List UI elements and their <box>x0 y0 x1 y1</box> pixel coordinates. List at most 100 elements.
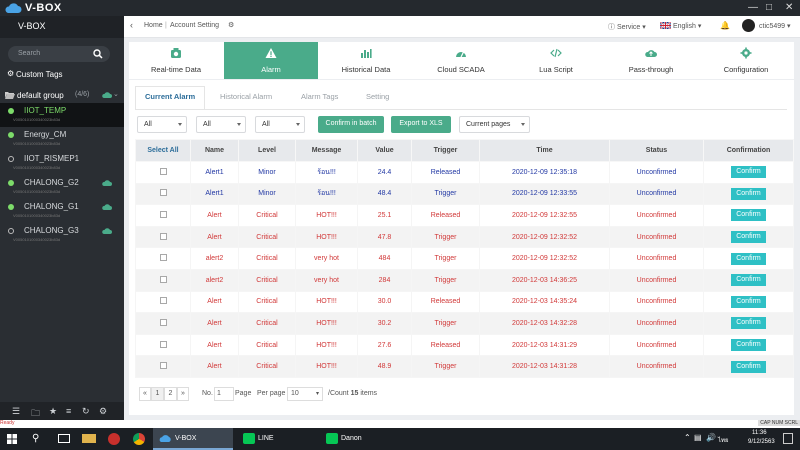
cell-level: Critical <box>238 247 296 270</box>
filter-select-3[interactable]: All <box>255 116 305 133</box>
tab-configuration[interactable]: Configuration <box>699 42 793 79</box>
row-checkbox[interactable] <box>159 340 167 348</box>
export-xls-button[interactable]: Export to XLS <box>391 116 451 133</box>
clock-date[interactable]: 9/12/2563 <box>748 439 775 445</box>
select-all-header[interactable]: Select All <box>135 139 191 162</box>
taskbar-app-danon[interactable]: Danon <box>320 428 400 450</box>
gear-icon <box>740 47 752 59</box>
row-checkbox[interactable] <box>159 210 167 218</box>
tab-lua-script[interactable]: Lua Script <box>509 42 603 79</box>
confirm-button[interactable]: Confirm <box>731 252 766 265</box>
row-checkbox[interactable] <box>159 362 167 370</box>
pager-page-2[interactable]: 2 <box>164 387 177 401</box>
refresh-icon[interactable]: ↻ <box>82 406 90 417</box>
user-menu[interactable]: ctic5499 ▾ <box>759 22 791 30</box>
avatar[interactable] <box>742 19 755 32</box>
page-scope-select[interactable]: Current pages <box>459 116 530 133</box>
row-checkbox[interactable] <box>159 297 167 305</box>
confirm-button[interactable]: Confirm <box>731 360 766 373</box>
sidebar-device-item[interactable]: IIOT_TEMP V0050101000340023b83d <box>0 103 124 127</box>
notification-icon[interactable] <box>783 433 793 444</box>
search-icon[interactable] <box>93 49 103 59</box>
default-group-item[interactable]: default group (4/6) ⌄ <box>0 89 124 103</box>
breadcrumb-account-setting[interactable]: Account Setting <box>170 22 219 29</box>
menu-icon[interactable]: ☰ <box>12 406 20 417</box>
confirm-batch-button[interactable]: Confirm in batch <box>318 116 384 133</box>
breadcrumb-home[interactable]: Home <box>144 22 163 29</box>
cell-time: 2020-12-09 12:32:52 <box>479 247 610 270</box>
tab-cloud-scada[interactable]: Cloud SCADA <box>414 42 508 79</box>
filter-select-1[interactable]: All <box>137 116 187 133</box>
volume-icon[interactable]: 🔊 <box>706 433 716 442</box>
per-page-select[interactable]: 10 ▾ <box>287 387 323 401</box>
confirm-button[interactable]: Confirm <box>731 209 766 222</box>
cell-value: 284 <box>357 268 412 292</box>
row-checkbox[interactable] <box>159 275 167 283</box>
app-red-icon[interactable] <box>108 433 120 445</box>
confirm-button[interactable]: Confirm <box>731 295 766 308</box>
row-checkbox[interactable] <box>159 232 167 240</box>
page-number-input[interactable]: 1 <box>214 387 234 401</box>
search-taskbar-icon[interactable]: ⚲ <box>32 433 39 444</box>
sidebar-device-item[interactable]: Energy_CM V0050101000340023b83d <box>0 127 124 151</box>
tab-pass-through[interactable]: Pass-through <box>604 42 698 79</box>
list-icon[interactable]: ≡ <box>66 406 71 416</box>
cloud-upload-icon[interactable] <box>102 227 112 235</box>
cell-trigger: Trigger <box>411 312 480 335</box>
close-icon[interactable]: ✕ <box>785 2 793 13</box>
row-checkbox[interactable] <box>159 318 167 326</box>
row-checkbox[interactable] <box>159 167 167 175</box>
confirm-button[interactable]: Confirm <box>731 339 766 352</box>
taskbar-app-line[interactable]: LINE <box>237 428 317 450</box>
maximize-icon[interactable]: □ <box>766 2 772 13</box>
language-menu[interactable]: English ▾ <box>659 21 701 30</box>
custom-tags-item[interactable]: ⚙ Custom Tags <box>0 68 124 82</box>
windows-start-button[interactable] <box>0 428 24 450</box>
sidebar-device-item[interactable]: CHALONG_G1 V0050101000340023b83d <box>0 199 124 223</box>
tab-historical-data[interactable]: Historical Data <box>319 42 413 79</box>
confirm-button[interactable]: Confirm <box>731 317 766 330</box>
pager-next[interactable]: » <box>177 387 189 401</box>
taskbar-app-vbox[interactable]: V-BOX <box>153 428 233 450</box>
tab-setting[interactable]: Setting <box>366 92 389 101</box>
sidebar-device-item[interactable]: CHALONG_G3 V0050101000340023b83d <box>0 223 124 247</box>
chrome-icon[interactable] <box>133 433 145 445</box>
search-input[interactable]: Search <box>8 46 110 62</box>
row-checkbox[interactable] <box>159 254 167 262</box>
chevron-down-icon[interactable]: ⌄ <box>113 90 119 98</box>
task-view-icon[interactable] <box>58 434 70 443</box>
back-chevron-icon[interactable]: ‹ <box>130 20 133 30</box>
confirm-button[interactable]: Confirm <box>731 187 766 200</box>
sidebar-device-item[interactable]: IIOT_RISMEP1 V0050101000340023b83d <box>0 151 124 175</box>
tab-historical-alarm[interactable]: Historical Alarm <box>220 92 272 101</box>
service-menu[interactable]: ⓘ Service ▾ <box>608 22 646 32</box>
settings-icon[interactable]: ⚙ <box>99 406 107 417</box>
confirm-button[interactable]: Confirm <box>731 274 766 287</box>
tab-current-alarm[interactable]: Current Alarm <box>145 92 195 101</box>
tab-alarm[interactable]: Alarm <box>224 42 318 79</box>
row-checkbox[interactable] <box>159 189 167 197</box>
file-explorer-icon[interactable] <box>82 434 96 443</box>
pager-prev[interactable]: « <box>139 387 151 401</box>
sidebar-device-item[interactable]: CHALONG_G2 V0050101000340023b83d <box>0 175 124 199</box>
star-icon[interactable]: ★ <box>49 406 57 417</box>
confirm-button[interactable]: Confirm <box>731 166 766 179</box>
device-name: IIOT_TEMP <box>24 106 67 115</box>
clock-time[interactable]: 11:36 <box>752 430 767 436</box>
tab-alarm-tags[interactable]: Alarm Tags <box>301 92 338 101</box>
network-icon[interactable]: ▤ <box>694 433 702 442</box>
minimize-icon[interactable]: — <box>748 2 758 13</box>
cloud-upload-icon[interactable] <box>102 91 112 99</box>
bell-icon[interactable]: 🔔 <box>720 21 730 30</box>
pager-page-1[interactable]: 1 <box>151 387 164 401</box>
confirm-button[interactable]: Confirm <box>731 231 766 244</box>
cloud-upload-icon[interactable] <box>102 203 112 211</box>
input-language[interactable]: ไทย <box>718 435 729 445</box>
cloud-upload-icon[interactable] <box>102 179 112 187</box>
tray-chevron-icon[interactable]: ⌃ <box>684 433 691 442</box>
filter-select-2[interactable]: All <box>196 116 246 133</box>
settings-gear-icon[interactable]: ⚙ <box>228 21 234 29</box>
device-id: V0050101000340023b83d <box>13 117 61 122</box>
cell-level: Critical <box>238 333 296 357</box>
tab-real-time-data[interactable]: Real-time Data <box>129 42 223 79</box>
